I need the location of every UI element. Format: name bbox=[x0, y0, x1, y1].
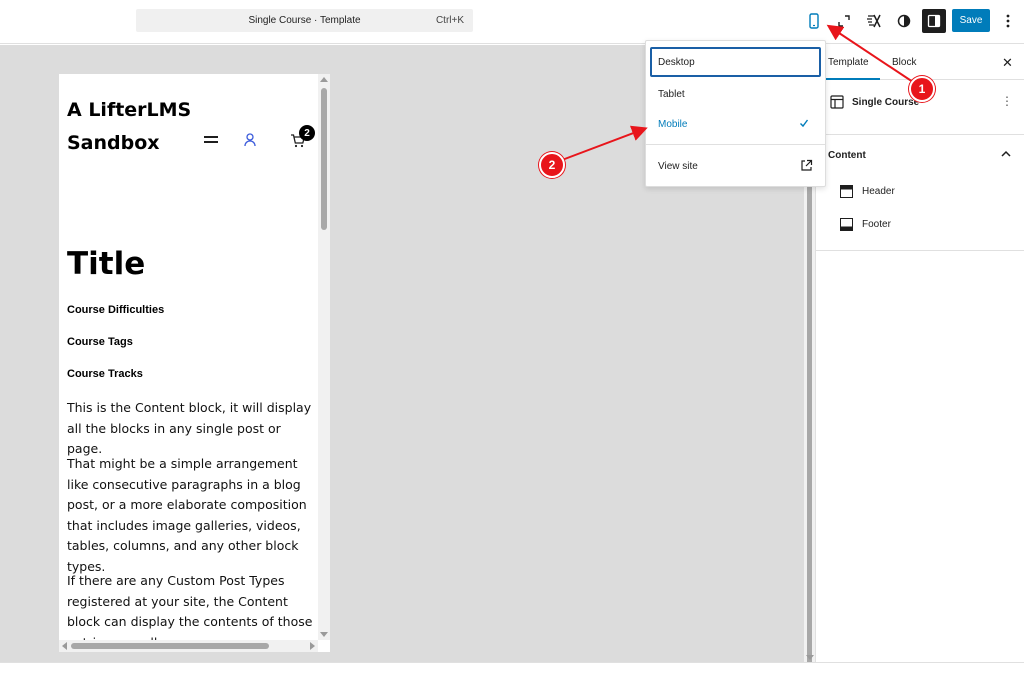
menu-item-tablet[interactable]: Tablet bbox=[650, 79, 821, 109]
save-button[interactable]: Save bbox=[952, 9, 990, 32]
check-icon bbox=[800, 119, 809, 128]
zoom-out-icon bbox=[838, 15, 850, 27]
template-part-header[interactable]: Header bbox=[840, 182, 1010, 202]
template-part-label: Footer bbox=[862, 219, 891, 230]
settings-sidebar: Template Block ✕ Single Course ⋮ Content bbox=[815, 45, 1024, 662]
menu-item-mobile[interactable]: Mobile bbox=[650, 109, 821, 139]
menu-divider bbox=[646, 144, 825, 145]
annotation-badge-2: 2 bbox=[539, 152, 565, 178]
preview-horizontal-scrollbar[interactable] bbox=[59, 640, 318, 652]
menu-item-label: Mobile bbox=[658, 119, 688, 130]
global-styles-button[interactable] bbox=[892, 9, 916, 33]
menu-item-label: Tablet bbox=[658, 89, 685, 100]
layout-icon bbox=[830, 95, 844, 109]
menu-item-view-site[interactable]: View site bbox=[650, 151, 821, 181]
post-title[interactable]: Title bbox=[67, 246, 145, 282]
chevron-up-icon[interactable] bbox=[1000, 148, 1012, 160]
command-bar-title: Single Course · Template bbox=[248, 15, 361, 26]
preview-hscroll-thumb[interactable] bbox=[71, 643, 269, 649]
user-icon[interactable] bbox=[243, 132, 257, 148]
device-preview-menu: Desktop Tablet Mobile View site bbox=[645, 40, 826, 187]
external-link-icon bbox=[801, 159, 813, 171]
tab-template[interactable]: Template bbox=[828, 57, 869, 68]
menu-item-desktop[interactable]: Desktop bbox=[650, 47, 821, 77]
course-difficulties[interactable]: Course Difficulties bbox=[67, 304, 164, 316]
menu-item-label: View site bbox=[658, 161, 698, 172]
settings-sidebar-toggle[interactable] bbox=[922, 9, 946, 33]
template-name: Single Course bbox=[852, 97, 920, 108]
mobile-device-icon bbox=[809, 13, 819, 29]
editor-header: Single Course · Template Ctrl+K Save bbox=[0, 0, 1024, 44]
content-panel-heading[interactable]: Content bbox=[828, 150, 866, 161]
tab-block[interactable]: Block bbox=[892, 57, 916, 68]
footer-icon bbox=[840, 218, 853, 231]
template-part-label: Header bbox=[862, 186, 895, 197]
content-panel: Content Header Footer bbox=[816, 135, 1024, 251]
annotation-badge-1: 1 bbox=[909, 76, 935, 102]
more-vertical-icon[interactable]: ⋮ bbox=[1001, 94, 1013, 108]
styles-button[interactable] bbox=[862, 9, 886, 33]
preview-scroll-thumb[interactable] bbox=[321, 88, 327, 230]
more-vertical-icon bbox=[1006, 14, 1010, 28]
styles-icon bbox=[867, 14, 881, 28]
content-paragraph[interactable]: That might be a simple arrangement like … bbox=[67, 454, 317, 578]
content-paragraph[interactable]: If there are any Custom Post Types regis… bbox=[67, 571, 317, 640]
device-preview-button[interactable] bbox=[802, 9, 826, 33]
command-bar-shortcut: Ctrl+K bbox=[435, 15, 464, 26]
course-tracks[interactable]: Course Tracks bbox=[67, 368, 143, 380]
preview-vertical-scrollbar[interactable] bbox=[318, 74, 330, 640]
site-title[interactable]: A LifterLMS Sandbox bbox=[67, 94, 197, 160]
scroll-down-arrow[interactable] bbox=[806, 655, 814, 660]
cart-count-badge: 2 bbox=[299, 125, 315, 141]
options-button[interactable] bbox=[996, 9, 1020, 33]
sidebar-toggle-icon bbox=[927, 14, 941, 28]
command-palette-button[interactable]: Single Course · Template Ctrl+K bbox=[136, 9, 473, 32]
header-icon bbox=[840, 185, 853, 198]
zoom-out-button[interactable] bbox=[832, 9, 856, 33]
course-tags[interactable]: Course Tags bbox=[67, 336, 133, 348]
template-part-footer[interactable]: Footer bbox=[840, 215, 1010, 235]
sidebar-tabs: Template Block ✕ bbox=[816, 45, 1024, 80]
contrast-icon bbox=[897, 14, 911, 28]
editor-footer bbox=[0, 662, 1024, 674]
site-editor: Single Course · Template Ctrl+K Save A L… bbox=[0, 0, 1024, 674]
canvas-scrollbar-thumb[interactable] bbox=[807, 185, 812, 665]
preview-content: A LifterLMS Sandbox 2 Title Course Diffi… bbox=[59, 74, 318, 640]
menu-item-label: Desktop bbox=[658, 57, 695, 68]
mobile-preview-frame: A LifterLMS Sandbox 2 Title Course Diffi… bbox=[59, 74, 330, 652]
close-icon[interactable]: ✕ bbox=[1002, 55, 1013, 71]
menu-icon[interactable] bbox=[204, 136, 218, 146]
content-paragraph[interactable]: This is the Content block, it will displ… bbox=[67, 398, 317, 460]
